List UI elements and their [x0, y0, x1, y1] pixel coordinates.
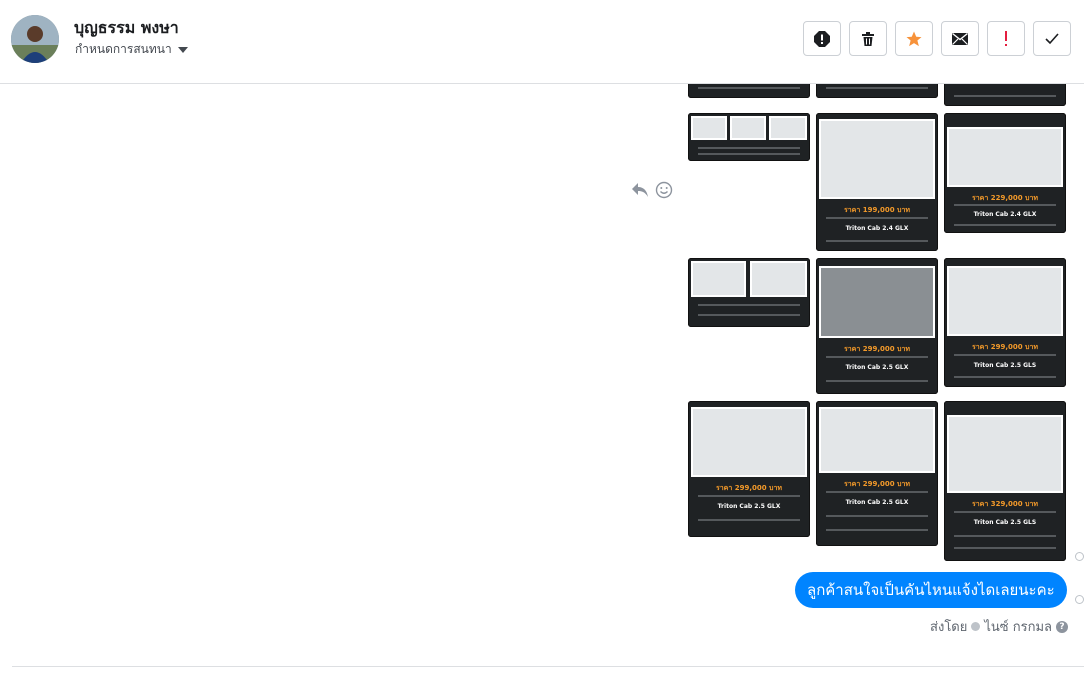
listing-model: Triton Cab 2.5 GLX: [717, 503, 781, 510]
car-photo: [769, 116, 807, 140]
sent-by-agent[interactable]: ไนซ์ กรกมล: [984, 616, 1052, 637]
car-photo: [819, 119, 935, 199]
car-listing-image[interactable]: ราคา 299,000 บาท Triton Cab 2.5 GLS: [944, 258, 1066, 387]
listing-model: Triton Cab 2.4 GLX: [973, 211, 1037, 218]
car-listing-collage[interactable]: [688, 113, 810, 161]
outgoing-message-bubble[interactable]: ลูกค้าสนใจเป็นคันไหนแจ้งไดเลยนะคะ: [795, 572, 1067, 608]
listing-price: ราคา 329,000 บาท: [971, 500, 1039, 508]
delete-button[interactable]: [849, 21, 887, 56]
car-photo: [691, 116, 727, 140]
car-listing-image[interactable]: [816, 84, 938, 98]
car-listing-collage[interactable]: [688, 258, 810, 327]
star-button[interactable]: [895, 21, 933, 56]
star-icon: [906, 31, 922, 46]
listing-model: Triton Cab 2.5 GLS: [973, 519, 1037, 526]
mark-done-button[interactable]: [1033, 21, 1071, 56]
assign-label: กำหนดการสนทนา: [75, 42, 172, 56]
car-photo: [947, 127, 1063, 187]
car-photo: [819, 266, 935, 338]
seen-indicator-icon: [1075, 595, 1084, 604]
car-listing-image[interactable]: ราคา 329,000 บาท Triton Cab 2.5 GLS: [944, 401, 1066, 561]
listing-model: Triton Cab 2.5 GLX: [845, 364, 909, 371]
listing-price: ราคา 299,000 บาท: [843, 480, 911, 488]
assign-conversation-dropdown[interactable]: กำหนดการสนทนา: [75, 40, 188, 59]
spam-icon: [814, 30, 830, 47]
seen-indicator-icon: [1075, 552, 1084, 561]
car-photo: [750, 261, 807, 297]
listing-model: Triton Cab 2.5 GLS: [973, 362, 1037, 369]
sent-by-label: ส่งโดย: [930, 620, 968, 635]
emoji-react-icon[interactable]: [655, 181, 673, 199]
message-thread[interactable]: ราคา 199,000 บาท Triton Cab 2.4 GLX ราคา…: [0, 84, 1084, 673]
car-photo: [819, 407, 935, 473]
car-listing-image[interactable]: ราคา 299,000 บาท Triton Cab 2.5 GLX: [688, 401, 810, 537]
car-photo: [691, 261, 746, 297]
car-listing-image[interactable]: [688, 84, 810, 98]
car-photo: [691, 407, 807, 477]
trash-icon: [862, 31, 874, 46]
sent-by-info: ส่งโดย ไนซ์ กรกมล ?: [930, 616, 1068, 637]
car-listing-image[interactable]: ราคา 229,000 บาท Triton Cab 2.4 GLX: [944, 113, 1066, 233]
car-photo: [947, 266, 1063, 336]
mark-unread-button[interactable]: [941, 21, 979, 56]
car-photo: [730, 116, 766, 140]
caret-down-icon: [177, 46, 188, 53]
contact-name[interactable]: บุญธรรม พงษา: [74, 16, 179, 41]
listing-price: ราคา 299,000 บาท: [971, 343, 1039, 351]
avatar[interactable]: [11, 15, 59, 63]
mark-spam-button[interactable]: [803, 21, 841, 56]
car-listing-image[interactable]: ราคา 299,000 บาท Triton Cab 2.5 GLX: [816, 401, 938, 546]
mark-important-button[interactable]: [987, 21, 1025, 56]
help-icon[interactable]: ?: [1056, 620, 1068, 633]
conversation-header: บุญธรรม พงษา กำหนดการสนทนา: [0, 0, 1084, 84]
car-photo: [947, 415, 1063, 493]
listing-model: Triton Cab 2.4 GLX: [845, 225, 909, 232]
reply-icon[interactable]: [631, 182, 649, 198]
car-listing-image[interactable]: ราคา 199,000 บาท Triton Cab 2.4 GLX: [816, 113, 938, 251]
avatar-photo: [11, 15, 59, 63]
composer-divider: [12, 666, 1084, 667]
check-icon: [1045, 32, 1059, 44]
car-listing-image[interactable]: [944, 84, 1066, 106]
agent-status-icon: [971, 622, 981, 631]
exclamation-icon: [1005, 30, 1007, 46]
listing-model: Triton Cab 2.5 GLX: [845, 499, 909, 506]
listing-price: ราคา 299,000 บาท: [715, 484, 783, 492]
header-actions: [803, 21, 1071, 56]
listing-price: ราคา 229,000 บาท: [971, 194, 1039, 202]
listing-price: ราคา 299,000 บาท: [843, 345, 911, 353]
message-tools: [631, 181, 673, 199]
envelope-icon: [952, 32, 968, 45]
car-listing-image[interactable]: ราคา 299,000 บาท Triton Cab 2.5 GLX: [816, 258, 938, 394]
listing-price: ราคา 199,000 บาท: [843, 206, 911, 214]
